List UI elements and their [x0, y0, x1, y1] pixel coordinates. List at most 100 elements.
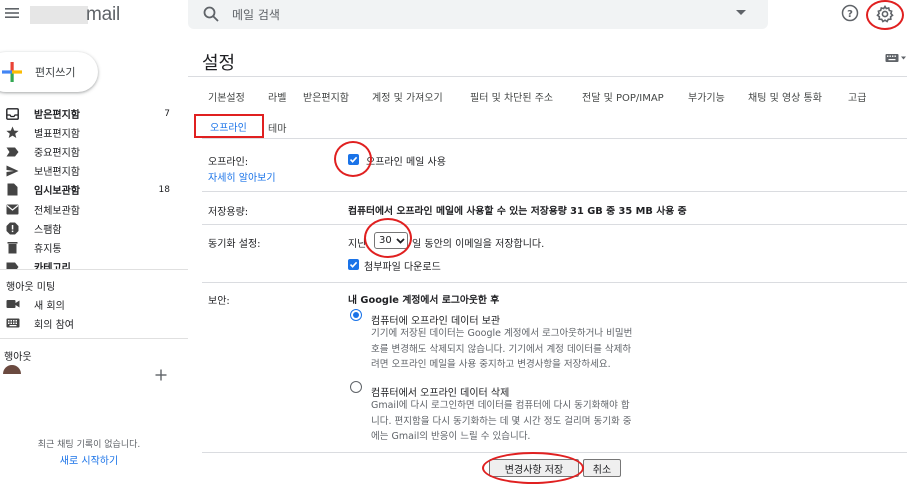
- security-label: 보안:: [208, 296, 230, 307]
- sidebar-item-label: 전체보관함: [34, 206, 80, 217]
- keep-data-title: 컴퓨터에 오프라인 데이터 보관: [371, 316, 501, 327]
- delete-data-radio[interactable]: [350, 381, 362, 393]
- desc-line: 니다. 편지함을 다시 동기화하는 데 몇 시간 정도 걸리며 동기화 중: [371, 415, 632, 427]
- desc-line: 기기에 저장된 데이터는 Google 계정에서 로그아웃하거나 비밀번: [371, 328, 633, 339]
- learn-more-link[interactable]: 자세히 알아보기: [208, 169, 276, 184]
- tabs-divider: [202, 138, 907, 139]
- sidebar-item-inbox[interactable]: 받은편지함 7: [0, 104, 180, 123]
- input-tools-keyboard-icon[interactable]: [885, 53, 907, 63]
- tab-advanced[interactable]: 고급: [848, 89, 866, 104]
- sidebar-item-sent[interactable]: 보낸편지함: [0, 161, 180, 180]
- sidebar-divider: [0, 269, 188, 270]
- chat-empty-text: 최근 채팅 기록이 없습니다.: [37, 440, 141, 450]
- sidebar-item-label: 스팸함: [34, 225, 62, 236]
- sidebar-scroll-clip: 카테고리: [0, 257, 188, 269]
- hamburger-menu-icon[interactable]: [4, 5, 20, 21]
- download-attachments-checkbox[interactable]: [348, 259, 359, 270]
- keep-data-radio[interactable]: [350, 309, 362, 321]
- sidebar-item-label: 중요편지함: [34, 148, 80, 159]
- desc-line: Gmail에 다시 로그인하면 데이터를 컴퓨터에 다시 동기화해야 합: [371, 400, 630, 411]
- star-icon: [0, 123, 24, 142]
- header-divider: [188, 76, 907, 77]
- sidebar-item-drafts[interactable]: 임시보관함 18: [0, 180, 180, 199]
- spam-icon: [0, 219, 24, 238]
- desc-line: 호를 변경해도 삭제되지 않습니다. 기기에서 계정 데이터를 삭제하: [371, 343, 632, 355]
- draft-count: 18: [158, 184, 170, 195]
- row-divider: [202, 191, 907, 192]
- sidebar-item-spam[interactable]: 스팸함: [0, 219, 180, 238]
- send-icon: [0, 161, 24, 180]
- tab-accounts[interactable]: 계정 및 가져오기: [372, 89, 443, 104]
- search-icon[interactable]: [202, 5, 220, 23]
- sidebar-item-label: 받은편지함: [34, 110, 80, 121]
- sync-suffix: 일 동안의 이메일을 저장합니다.: [412, 239, 545, 250]
- sidebar-item-trash[interactable]: 휴지통: [0, 238, 180, 257]
- inbox-icon: [0, 104, 24, 123]
- cancel-button[interactable]: 취소: [583, 459, 621, 477]
- sidebar-item-label: 휴지통: [34, 244, 62, 255]
- plus-icon: [0, 60, 24, 84]
- tab-offline-label: 오프라인: [210, 122, 247, 134]
- tab-addons[interactable]: 부가기능: [688, 89, 725, 104]
- storage-value: 컴퓨터에서 오프라인 메일에 사용할 수 있는 저장용량 31 GB 중 35 …: [348, 206, 687, 217]
- row-divider: [202, 224, 907, 225]
- gear-icon[interactable]: [875, 4, 895, 24]
- sidebar-item-starred[interactable]: 별표편지함: [0, 123, 180, 142]
- delete-data-description: Gmail에 다시 로그인하면 데이터를 컴퓨터에 다시 동기화해야 합 니다.…: [371, 398, 631, 445]
- join-meeting-label: 회의 참여: [34, 319, 74, 331]
- compose-label: 편지쓰기: [35, 66, 76, 79]
- sync-prefix: 지난: [348, 239, 367, 250]
- logo-text: mail: [86, 4, 121, 25]
- tab-labels[interactable]: 라벨: [268, 89, 286, 104]
- meet-section-title: 행아웃 미팅: [6, 282, 56, 293]
- sidebar-item-important[interactable]: 중요편지함: [0, 142, 180, 161]
- footer-divider: [202, 452, 907, 453]
- save-changes-button[interactable]: 변경사항 저장: [489, 459, 579, 477]
- sync-label: 동기화 설정:: [208, 239, 261, 250]
- draft-icon: [0, 180, 24, 199]
- tab-filters[interactable]: 필터 및 차단된 주소: [470, 89, 553, 104]
- new-meeting-button[interactable]: 새 회의: [0, 295, 180, 313]
- sync-days-value: 30: [379, 235, 392, 246]
- tab-forwarding[interactable]: 전달 및 POP/IMAP: [582, 89, 664, 104]
- keep-data-description: 기기에 저장된 데이터는 Google 계정에서 로그아웃하거나 비밀번 호를 …: [371, 326, 632, 373]
- video-camera-icon: [0, 299, 26, 309]
- compose-button[interactable]: 편지쓰기: [0, 52, 98, 92]
- hangouts-section-title: 행아웃: [4, 352, 32, 363]
- logo-mark: [30, 6, 88, 24]
- tab-inbox[interactable]: 받은편지함: [303, 89, 349, 104]
- offline-mail-label: 오프라인 메일 사용: [366, 157, 446, 168]
- plus-icon[interactable]: [155, 369, 167, 381]
- offline-mail-checkbox[interactable]: [348, 154, 359, 165]
- sidebar-item-label: 별표편지함: [34, 129, 80, 140]
- search-input[interactable]: [232, 4, 712, 25]
- desc-line: 에는 Gmail의 반응이 느릴 수 있습니다.: [371, 431, 531, 442]
- sidebar-item-label: 카테고리: [34, 263, 71, 269]
- important-icon: [0, 142, 24, 161]
- desc-line: 려면 오프라인 메일을 사용 중지하고 변경사항을 저장하세요.: [371, 359, 611, 370]
- tab-chat-meet[interactable]: 채팅 및 영상 통화: [748, 89, 822, 104]
- tab-general[interactable]: 기본설정: [208, 89, 245, 104]
- chevron-down-icon: [396, 237, 405, 244]
- start-chat-link[interactable]: 새로 시작하기: [0, 452, 178, 467]
- join-meeting-button[interactable]: 회의 참여: [0, 314, 180, 332]
- tab-offline[interactable]: 오프라인: [194, 114, 264, 138]
- all-mail-icon: [0, 200, 24, 219]
- search-options-caret-icon[interactable]: [736, 10, 746, 16]
- help-circle-icon[interactable]: ?: [841, 4, 859, 22]
- avatar[interactable]: [3, 365, 21, 383]
- storage-label: 저장용량:: [208, 207, 249, 218]
- security-heading: 내 Google 계정에서 로그아웃한 후: [348, 295, 500, 306]
- trash-icon: [0, 238, 24, 257]
- label-icon: [0, 257, 24, 269]
- sync-days-select[interactable]: 30: [374, 232, 408, 249]
- sidebar-item-categories[interactable]: 카테고리: [0, 257, 180, 269]
- gmail-logo[interactable]: mail: [30, 2, 120, 28]
- sidebar-item-all-mail[interactable]: 전체보관함: [0, 200, 180, 219]
- tab-themes[interactable]: 테마: [268, 120, 286, 135]
- download-attachments-label: 첨부파일 다운로드: [364, 262, 441, 273]
- new-meeting-label: 새 회의: [34, 300, 65, 312]
- sidebar-item-label: 보낸편지함: [34, 167, 80, 178]
- delete-data-title: 컴퓨터에서 오프라인 데이터 삭제: [371, 388, 510, 399]
- offline-label: 오프라인:: [208, 157, 249, 168]
